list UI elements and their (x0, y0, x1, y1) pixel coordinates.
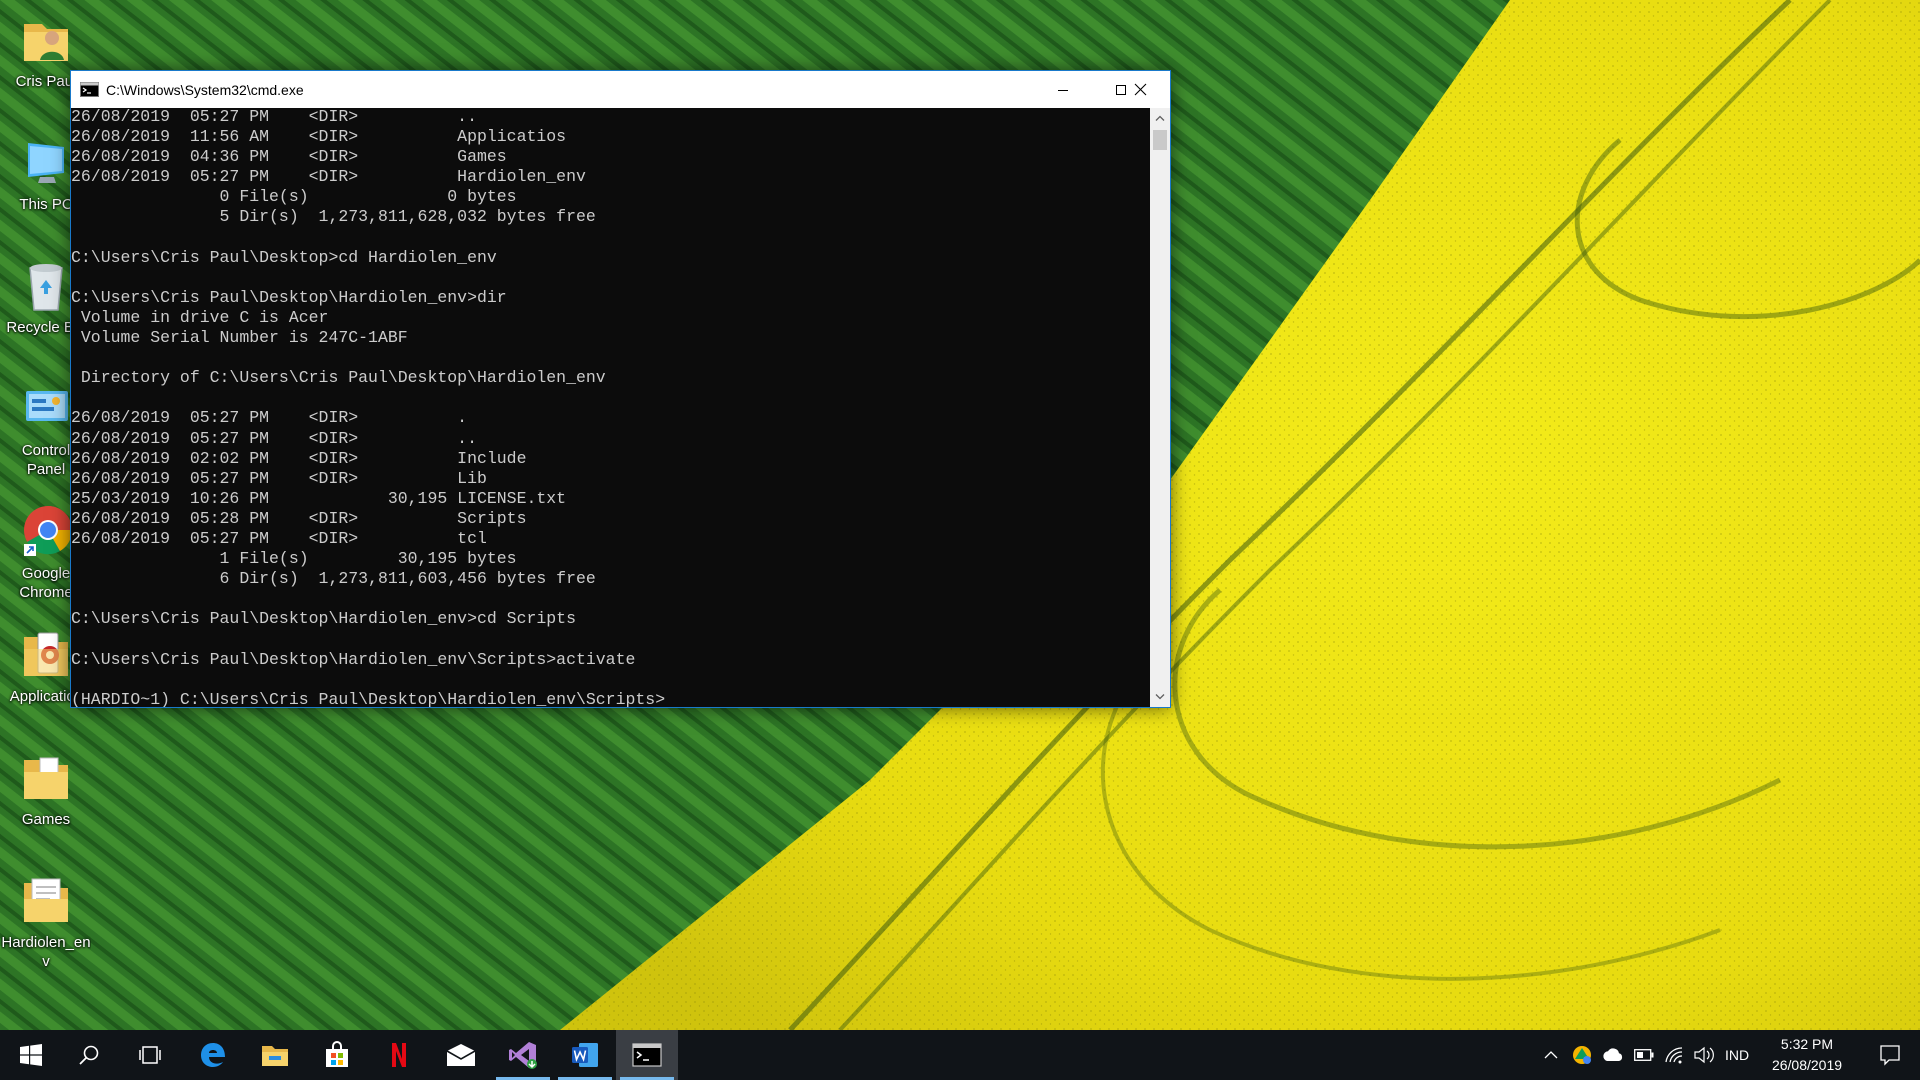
cmd-app-icon (80, 82, 99, 97)
netflix-icon (392, 1043, 406, 1067)
console-line: Volume in drive C is Acer (71, 307, 329, 327)
taskbar-clock[interactable]: 5:32 PM 26/08/2019 (1752, 1034, 1862, 1076)
start-button[interactable] (0, 1030, 62, 1080)
task-view-icon (139, 1046, 161, 1064)
desktop-icon-games[interactable]: Games (0, 742, 92, 858)
console-line: Volume Serial Number is 247C-1ABF (71, 328, 408, 348)
tray-google-drive[interactable] (1567, 1030, 1597, 1080)
scroll-up-button[interactable] (1150, 108, 1170, 128)
console-line: 26/08/2019 05:27 PM <DIR> Lib (71, 468, 487, 488)
recycle-bin-icon (18, 258, 74, 314)
console-line: 5 Dir(s) 1,273,811,628,032 bytes free (71, 207, 596, 227)
tray-volume[interactable] (1689, 1030, 1719, 1080)
search-button[interactable] (58, 1030, 120, 1080)
cmd-window[interactable]: C:\Windows\System32\cmd.exe 26/08/2019 0… (70, 70, 1171, 708)
store-bag-icon (326, 1041, 348, 1067)
console-line: C:\Users\Cris Paul\Desktop\Hardiolen_env… (71, 287, 507, 307)
search-icon (79, 1045, 99, 1065)
console-line: 26/08/2019 11:56 AM <DIR> Applicatios (71, 127, 567, 147)
scroll-down-button[interactable] (1150, 687, 1170, 707)
scrollbar-thumb[interactable] (1153, 130, 1167, 150)
taskbar-visual-studio[interactable] (492, 1030, 554, 1080)
taskbar: IND 5:32 PM 26/08/2019 (0, 1030, 1920, 1080)
console-line: 26/08/2019 05:27 PM <DIR> tcl (71, 528, 487, 548)
console-line: 26/08/2019 05:27 PM <DIR> .. (71, 108, 477, 126)
taskbar-file-explorer[interactable] (244, 1030, 306, 1080)
windows-logo-icon (20, 1044, 42, 1066)
taskbar-command-prompt[interactable] (616, 1030, 678, 1080)
tray-onedrive[interactable] (1597, 1030, 1629, 1080)
tray-battery[interactable] (1629, 1030, 1659, 1080)
console-line: 1 File(s) 30,195 bytes (71, 549, 517, 569)
action-center-button[interactable] (1864, 1030, 1916, 1080)
word-icon (572, 1043, 598, 1067)
folder-icon (18, 750, 74, 806)
console-line: 26/08/2019 02:02 PM <DIR> Include (71, 448, 527, 468)
taskbar-edge[interactable] (182, 1030, 244, 1080)
visual-studio-icon (509, 1042, 537, 1069)
chevron-down-icon (1155, 694, 1165, 700)
input-language-indicator[interactable]: IND (1719, 1030, 1755, 1080)
taskbar-word[interactable] (554, 1030, 616, 1080)
console-line: 26/08/2019 04:36 PM <DIR> Games (71, 147, 507, 167)
close-button-area[interactable] (1111, 71, 1169, 108)
console-line: (HARDIO~1) C:\Users\Cris Paul\Desktop\Ha… (71, 689, 666, 707)
computer-monitor-icon (18, 135, 74, 191)
vertical-scrollbar[interactable] (1150, 108, 1170, 707)
console-lines: 26/08/2019 05:27 PM <DIR> .. 26/08/2019 1… (71, 108, 665, 707)
chevron-up-icon (1155, 115, 1165, 121)
mail-envelope-icon (446, 1044, 476, 1066)
console-line: 25/03/2019 10:26 PM 30,195 LICENSE.txt (71, 488, 567, 508)
console-line: 26/08/2019 05:27 PM <DIR> .. (71, 428, 477, 448)
desktop-icon-label: Games (21, 811, 71, 828)
edge-browser-icon (201, 1043, 225, 1067)
console-line: 6 Dir(s) 1,273,811,603,456 bytes free (71, 569, 596, 589)
google-drive-sync-icon (1573, 1046, 1591, 1064)
onedrive-cloud-icon (1603, 1048, 1623, 1061)
minimize-icon (1058, 89, 1068, 91)
console-line: 26/08/2019 05:27 PM <DIR> Hardiolen_env (71, 167, 586, 187)
battery-icon (1634, 1049, 1654, 1061)
folder-icon (18, 627, 74, 683)
close-icon (1134, 83, 1146, 96)
wifi-icon (1665, 1047, 1683, 1064)
taskbar-mail[interactable] (430, 1030, 492, 1080)
desktop-icon-hardiolen-env[interactable]: Hardiolen_env (0, 865, 92, 981)
clock-time: 5:32 PM (1780, 1036, 1834, 1052)
console-line: 0 File(s) 0 bytes (71, 187, 517, 207)
chrome-icon (18, 504, 74, 560)
speaker-volume-icon (1694, 1046, 1714, 1064)
control-panel-icon (18, 381, 74, 437)
console-line: 26/08/2019 05:27 PM <DIR> . (71, 408, 468, 428)
console-line: Directory of C:\Users\Cris Paul\Desktop\… (71, 368, 606, 388)
chevron-up-icon (1544, 1051, 1558, 1059)
taskbar-netflix[interactable] (368, 1030, 430, 1080)
console-line: C:\Users\Cris Paul\Desktop>cd Hardiolen_… (71, 247, 497, 267)
clock-date: 26/08/2019 (1771, 1057, 1843, 1073)
minimize-button[interactable] (1034, 71, 1092, 108)
desktop-icon-label: Hardiolen_env (1, 934, 91, 970)
file-explorer-icon (262, 1046, 288, 1066)
window-title: C:\Windows\System32\cmd.exe (106, 81, 304, 98)
show-hidden-icons-button[interactable] (1535, 1030, 1567, 1080)
task-view-button[interactable] (119, 1030, 181, 1080)
console-line: C:\Users\Cris Paul\Desktop\Hardiolen_env… (71, 649, 636, 669)
notification-icon (1880, 1045, 1900, 1066)
folder-icon (18, 873, 74, 929)
command-prompt-icon (632, 1043, 662, 1067)
tray-network[interactable] (1659, 1030, 1689, 1080)
window-titlebar[interactable]: C:\Windows\System32\cmd.exe (71, 71, 1170, 108)
taskbar-store[interactable] (306, 1030, 368, 1080)
user-folder-icon (18, 12, 74, 68)
console-line: 26/08/2019 05:28 PM <DIR> Scripts (71, 508, 527, 528)
console-output[interactable]: 26/08/2019 05:27 PM <DIR> .. 26/08/2019 1… (71, 108, 1150, 707)
console-line: C:\Users\Cris Paul\Desktop\Hardiolen_env… (71, 609, 576, 629)
